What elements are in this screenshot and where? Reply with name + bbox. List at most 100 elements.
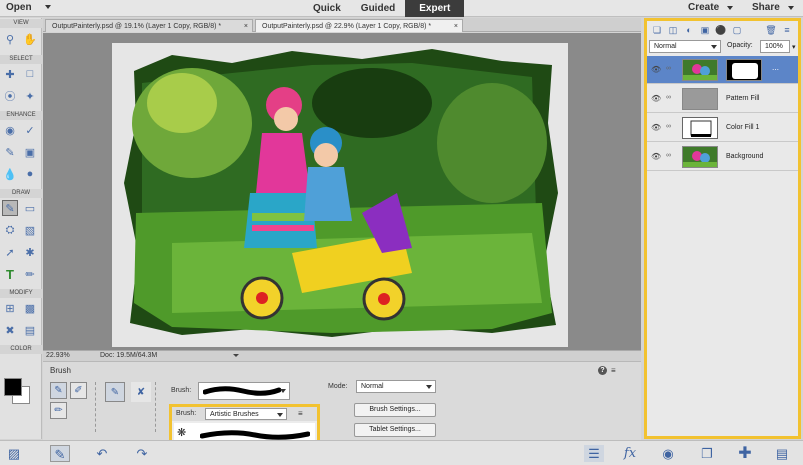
delete-layer-icon[interactable]: 🗑 [765, 24, 777, 36]
open-menu[interactable]: Open [6, 2, 32, 13]
move-tool-icon[interactable]: ✚ [2, 66, 18, 82]
doc-tab-2[interactable]: OutputPainterly.psd @ 22.9% (Layer 1 Cop… [255, 19, 463, 32]
layer-row-4[interactable]: 👁 ∞ Background [647, 143, 798, 171]
picker-brush-label: Brush: [176, 410, 197, 417]
layer-blend-mode-dropdown[interactable]: Normal [649, 40, 721, 53]
layer-mask-thumbnail[interactable] [726, 59, 762, 81]
picker-menu-icon[interactable]: ≡ [298, 409, 303, 418]
blend-mode-dropdown[interactable]: Normal [356, 380, 436, 393]
airbrush-icon[interactable]: ✎ [105, 382, 125, 402]
custom-shape-tool-icon[interactable]: ✱ [22, 244, 38, 260]
adjustment-layer-icon[interactable]: ◐ [683, 24, 695, 36]
spot-healing-tool-icon[interactable]: ✓ [22, 122, 38, 138]
content-aware-move-tool-icon[interactable]: ✖ [2, 322, 18, 338]
mode-quick[interactable]: Quick [303, 0, 351, 17]
lasso-tool-icon[interactable]: ⦿ [2, 88, 18, 104]
tool-options-icon[interactable]: ✎ [50, 445, 70, 462]
visibility-eye-icon[interactable]: 👁 [651, 65, 661, 74]
visibility-eye-icon[interactable]: 👁 [651, 123, 661, 132]
panel-menu-icon[interactable]: ≡ [781, 24, 793, 36]
gradient-tool-icon[interactable]: ▧ [22, 222, 38, 238]
layer-row-2[interactable]: 👁 ∞ Pattern Fill [647, 85, 798, 113]
impressionist-brush-icon[interactable]: ✐ [70, 382, 87, 399]
undo-icon[interactable]: ↶ [92, 445, 112, 462]
brush-mode-icon[interactable]: ✎ [50, 382, 67, 399]
visibility-eye-icon[interactable]: 👁 [651, 94, 661, 103]
opacity-input[interactable]: 100% [760, 40, 790, 53]
create-menu[interactable]: Create [688, 2, 719, 13]
document-image[interactable] [112, 43, 568, 347]
sponge-tool-icon[interactable]: ● [22, 166, 38, 182]
help-icon[interactable]: ? [598, 366, 607, 375]
visibility-eye-icon[interactable]: 👁 [651, 152, 661, 161]
straighten-tool-icon[interactable]: ▤ [22, 322, 38, 338]
filters-icon[interactable]: ◉ [658, 445, 678, 462]
recompose-tool-icon[interactable]: ▩ [22, 300, 38, 316]
marquee-tool-icon[interactable]: □ [22, 66, 38, 82]
layer-name: Pattern Fill [726, 95, 760, 102]
new-layer-icon[interactable]: ❏ [651, 24, 663, 36]
brush-tool-icon[interactable]: ✎ [2, 200, 18, 216]
photo-bin-icon[interactable]: ▨ [4, 445, 24, 462]
tablet-settings-button[interactable]: Tablet Settings... [354, 423, 436, 437]
options-menu-icon[interactable]: ≡ [611, 366, 616, 375]
layer-row-1[interactable]: 👁 ∞ ⋯ [647, 56, 798, 84]
graphics-icon[interactable]: ✚ [735, 445, 755, 462]
layer-options-icon[interactable]: ⋯ [772, 66, 779, 74]
clone-stamp-tool-icon[interactable]: ▣ [22, 144, 38, 160]
hand-tool-icon[interactable]: ✋ [22, 31, 38, 47]
opacity-caret-icon[interactable]: ▾ [792, 43, 796, 51]
lock-all-icon[interactable]: ⚫ [715, 24, 727, 36]
blur-tool-icon[interactable]: 💧 [2, 166, 18, 182]
layer-link-icon[interactable]: ∞ [666, 152, 671, 159]
layers-icon[interactable]: ☰ [584, 445, 604, 462]
options-divider [95, 382, 96, 432]
layer-link-icon[interactable]: ∞ [666, 94, 671, 101]
share-menu[interactable]: Share [752, 2, 780, 13]
share-caret-icon[interactable] [788, 6, 794, 10]
mode-guided[interactable]: Guided [351, 0, 405, 17]
crop-tool-icon[interactable]: ⊞ [2, 300, 18, 316]
layer-link-icon[interactable]: ∞ [666, 123, 671, 130]
doc-info-menu-icon[interactable] [233, 354, 239, 357]
close-icon[interactable]: × [244, 20, 248, 33]
layer-link-icon[interactable]: ∞ [666, 65, 671, 72]
brush-options-icon[interactable]: ✘ [131, 382, 151, 402]
mode-label: Mode: [328, 383, 348, 390]
magic-wand-tool-icon[interactable]: ✦ [22, 88, 38, 104]
zoom-tool-icon[interactable]: ⚲ [2, 31, 18, 47]
section-select: SELECT [0, 55, 42, 64]
canvas-area[interactable] [43, 33, 641, 350]
eraser-tool-icon[interactable]: ▭ [22, 200, 38, 216]
effects-icon[interactable]: fx [620, 445, 640, 462]
lock-transparency-icon[interactable]: ▢ [731, 24, 743, 36]
styles-icon[interactable]: ❐ [697, 445, 717, 462]
eyedropper-tool-icon[interactable]: ➚ [2, 244, 18, 260]
toolbox: VIEW ⚲ ✋ SELECT ✚ □ ⦿ ✦ ENHANCE ◉ ✓ ✎ ▣ … [0, 18, 42, 439]
close-icon[interactable]: × [454, 20, 458, 33]
open-caret-icon[interactable] [45, 5, 51, 9]
layer-name: Color Fill 1 [726, 124, 760, 131]
layer-row-3[interactable]: 👁 ∞ Color Fill 1 [647, 114, 798, 142]
document-tabs: OutputPainterly.psd @ 19.1% (Layer 1 Cop… [43, 18, 641, 32]
color-replacement-brush-icon[interactable]: ✏ [50, 402, 67, 419]
create-caret-icon[interactable] [727, 6, 733, 10]
new-group-icon[interactable]: ◫ [667, 24, 679, 36]
doc-tab-1[interactable]: OutputPainterly.psd @ 19.1% (Layer 1 Cop… [45, 19, 253, 32]
type-tool-icon[interactable]: T [2, 266, 18, 282]
zoom-level[interactable]: 22.93% [46, 351, 70, 361]
brush-settings-button[interactable]: Brush Settings... [354, 403, 436, 417]
paint-bucket-tool-icon[interactable]: ⛭ [2, 222, 18, 238]
redo-icon[interactable]: ↷ [132, 445, 152, 462]
smart-brush-tool-icon[interactable]: ✎ [2, 144, 18, 160]
red-eye-tool-icon[interactable]: ◉ [2, 122, 18, 138]
more-icon[interactable]: ▤ [772, 445, 792, 462]
layer-thumbnail [682, 59, 718, 81]
mask-icon[interactable]: ▣ [699, 24, 711, 36]
brush-preset-dropdown[interactable] [198, 382, 290, 400]
mode-expert[interactable]: Expert [405, 0, 465, 17]
pencil-tool-icon[interactable]: ✏ [22, 266, 38, 282]
bottom-bar: ▨ ✎ ↶ ↷ ☰ fx ◉ ❐ ✚ ▤ [0, 440, 803, 465]
brush-set-dropdown[interactable]: Artistic Brushes [205, 408, 287, 420]
foreground-color-swatch[interactable] [4, 378, 22, 396]
